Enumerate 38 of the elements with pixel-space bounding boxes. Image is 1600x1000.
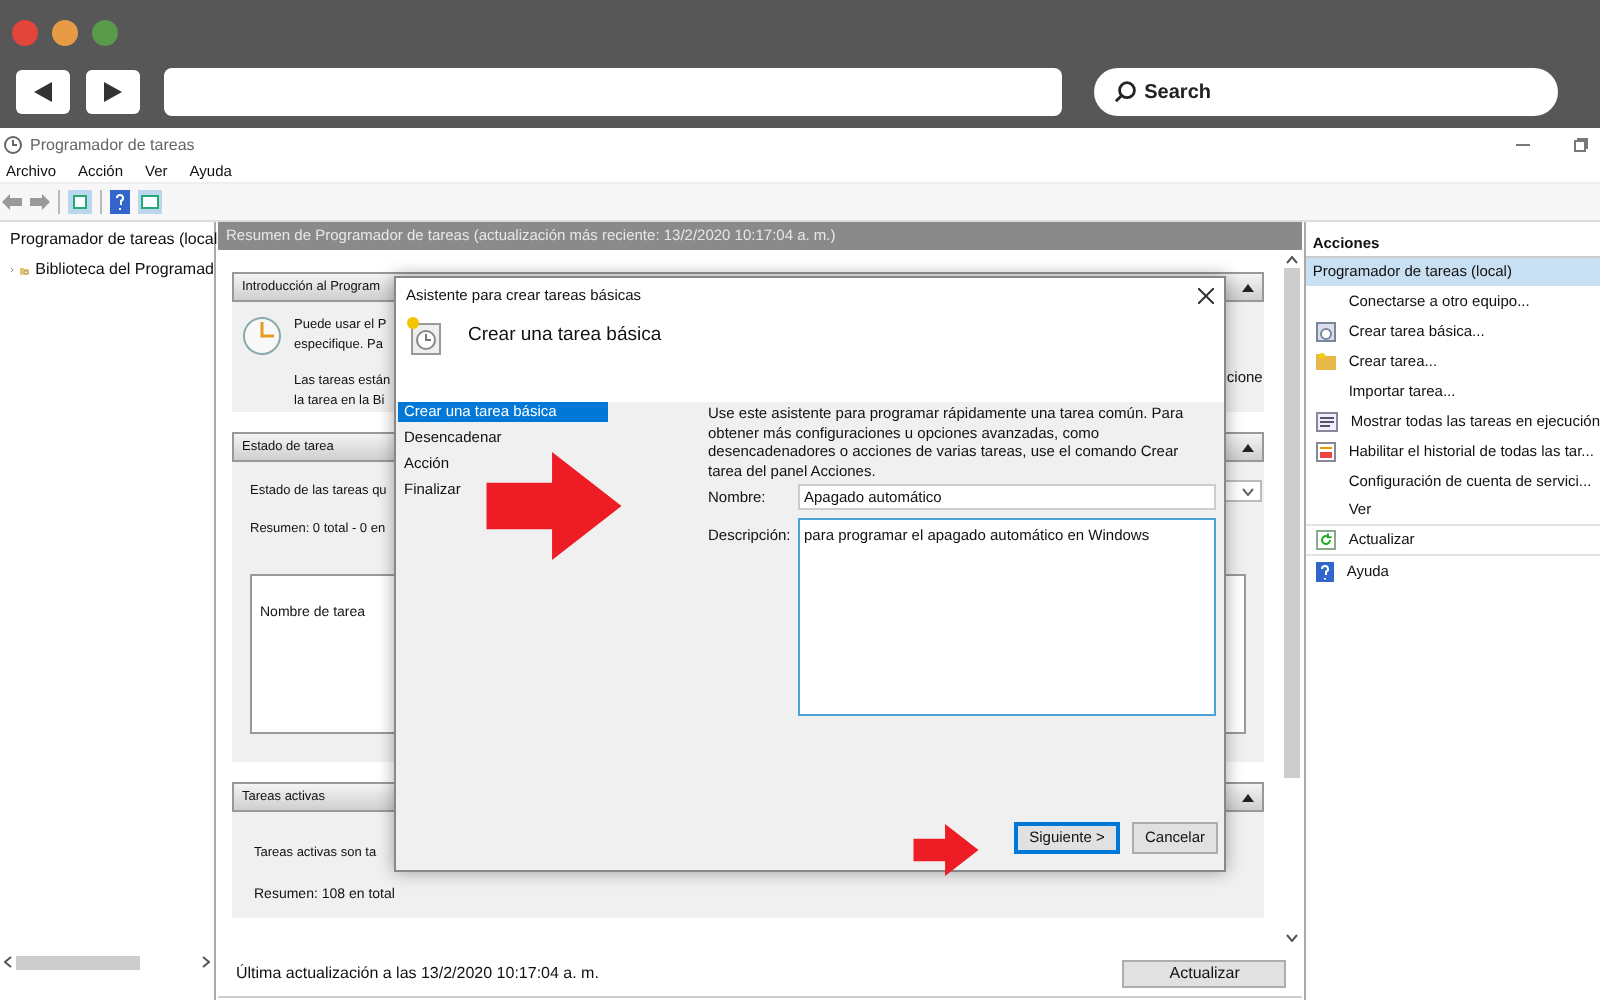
refresh-button[interactable]: Actualizar (1122, 959, 1287, 987)
forward-icon (104, 82, 122, 102)
log-icon (1316, 441, 1337, 461)
folder-icon (1316, 352, 1337, 370)
restore-icon[interactable] (1574, 138, 1588, 152)
tree-item[interactable]: Programador de tareas (local (10, 228, 218, 252)
arrow-icon (486, 452, 622, 560)
back-arrow-icon[interactable] (2, 194, 22, 210)
task-wizard-icon (406, 316, 442, 356)
horizontal-scrollbar[interactable] (0, 952, 214, 972)
clock-icon (242, 316, 282, 356)
help-icon[interactable] (110, 190, 130, 214)
panel-icon[interactable] (138, 190, 162, 214)
minimize-icon[interactable] (1516, 138, 1530, 152)
collapse-icon[interactable] (1242, 283, 1255, 291)
forward-arrow-icon[interactable] (30, 194, 50, 210)
refresh-icon (1316, 530, 1337, 550)
chevron-icon (1242, 487, 1255, 495)
tree-item[interactable]: Biblioteca del Programad (35, 258, 214, 282)
collapse-icon[interactable] (1242, 793, 1255, 801)
search-icon (1114, 80, 1137, 104)
scroll-left-icon[interactable] (4, 956, 12, 968)
search-field[interactable]: Search (1144, 77, 1538, 107)
list-icon (1316, 411, 1339, 431)
dialog-heading: Crear una tarea básica (468, 321, 662, 350)
close-icon[interactable] (1198, 287, 1214, 303)
help-icon (1316, 561, 1335, 581)
scroll-down-icon[interactable] (1285, 934, 1298, 942)
back-icon (34, 82, 52, 102)
back-button[interactable] (16, 70, 70, 114)
forward-button[interactable] (86, 70, 140, 114)
collapse-icon[interactable] (1242, 443, 1255, 451)
scroll-right-icon[interactable] (202, 956, 210, 968)
last-update-text: Última actualización a las 13/2/2020 10:17:04 a. m. (236, 961, 599, 985)
scroll-up-icon[interactable] (1285, 256, 1298, 264)
window-title: Programador de tareas (30, 133, 195, 157)
address-field[interactable] (164, 68, 1062, 116)
search-bar[interactable]: Search (1094, 68, 1558, 116)
